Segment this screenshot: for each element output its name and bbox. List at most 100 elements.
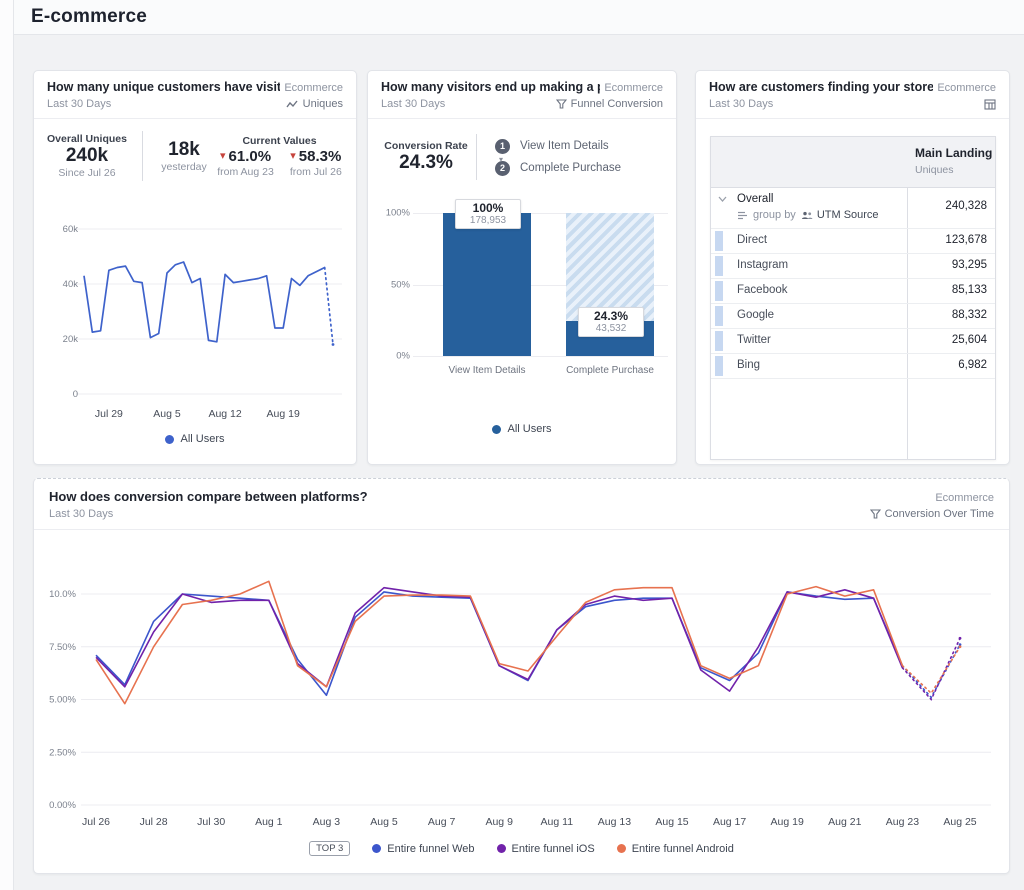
row-color-swatch <box>715 231 723 251</box>
table-row-overall[interactable]: Overall group by UTM Source 240,328 <box>711 188 995 229</box>
yesterday-label: yesterday <box>161 161 207 173</box>
table-grid-icon <box>984 99 996 110</box>
legend-item[interactable]: Entire funnel Android <box>617 843 734 855</box>
card-title[interactable]: How many visitors end up making a purcha… <box>381 80 600 94</box>
date-range-label: Last 30 Days <box>709 98 773 110</box>
card-title[interactable]: How are customers finding your store? <box>709 80 933 94</box>
card-title[interactable]: How many unique customers have visited .… <box>47 80 280 94</box>
uniques-line-chart[interactable]: 020k40k60kJul 29Aug 5Aug 12Aug 19 <box>40 211 350 426</box>
row-color-swatch <box>715 331 723 351</box>
divider <box>476 134 477 180</box>
series-line <box>84 262 325 342</box>
conversion-rate-value: 24.3% <box>399 152 453 174</box>
bar-value-label: 24.3%43,532 <box>578 307 644 337</box>
y-axis-tick: 7.50% <box>49 642 76 653</box>
y-axis-tick: 10.0% <box>49 589 76 600</box>
table-row[interactable]: Instagram93,295 <box>711 254 995 279</box>
people-icon <box>801 211 813 220</box>
conversion-line-chart[interactable]: 0.00%2.50%5.00%7.50%10.0%Jul 26Jul 28Jul… <box>44 563 999 835</box>
x-axis-tick: Aug 11 <box>541 816 574 828</box>
card-source-link[interactable]: Ecommerce <box>284 82 343 94</box>
stats-row: Overall Uniques 240k Since Jul 26 18k ye… <box>34 119 356 189</box>
legend-item[interactable]: All Users <box>165 433 224 445</box>
x-axis-tick: Aug 7 <box>428 816 456 828</box>
legend-dot-icon <box>165 435 174 444</box>
chart-legend: TOP 3 Entire funnel Web Entire funnel iOS E… <box>34 841 1009 856</box>
date-range-label: Last 30 Days <box>49 508 113 520</box>
table-row[interactable]: Direct 123,678 <box>711 229 995 254</box>
row-color-swatch <box>715 281 723 301</box>
delta-stat: ▾ 58.3% from Jul 26 <box>290 148 342 178</box>
x-axis-tick: Aug 5 <box>370 816 398 828</box>
funnel-bar-chart[interactable]: 0%50%100%100%178,953View Item Details24.… <box>382 213 662 356</box>
card-title[interactable]: How does conversion compare between plat… <box>49 489 368 504</box>
sidebar-strip <box>0 0 14 890</box>
page-title: E-commerce <box>31 6 147 28</box>
chart-type-label: Uniques <box>303 98 343 110</box>
legend-item[interactable]: All Users <box>492 423 551 435</box>
group-by-icon <box>737 211 748 220</box>
date-range-label: Last 30 Days <box>47 98 111 110</box>
bar-value-label: 100%178,953 <box>455 199 521 229</box>
table-cell-value: 240,328 <box>945 200 987 212</box>
y-axis-tick: 0 <box>73 389 78 400</box>
y-axis-tick: 0.00% <box>49 800 76 811</box>
x-axis-tick: Aug 21 <box>828 816 861 828</box>
table-row[interactable]: Twitter25,604 <box>711 329 995 354</box>
card-platform-conversion: How does conversion compare between plat… <box>33 478 1010 874</box>
table-cell-name: Bing <box>737 359 760 371</box>
x-axis-tick: Aug 19 <box>771 816 804 828</box>
table-row[interactable]: Facebook85,133 <box>711 279 995 304</box>
legend-item[interactable]: Entire funnel iOS <box>497 843 595 855</box>
x-axis-tick: Aug 12 <box>208 408 241 420</box>
legend-label: All Users <box>180 433 224 445</box>
table-cell-value: 6,982 <box>958 359 987 371</box>
funnel-steps: 1 View Item Details ▾ 2 Complete Purchas… <box>495 139 621 176</box>
arrow-down-icon: ▾ <box>220 151 226 162</box>
conversion-rate-label: Conversion Rate <box>384 140 467 152</box>
x-axis-tick: Jul 29 <box>95 408 123 420</box>
legend-item[interactable]: Entire funnel Web <box>372 843 474 855</box>
group-by-label: group by <box>753 209 796 221</box>
series-line <box>96 581 902 703</box>
table-cell-value: 123,678 <box>945 234 987 246</box>
overall-uniques-label: Overall Uniques <box>47 133 127 145</box>
series-line-projected <box>325 268 333 345</box>
table-cell-name: Direct <box>737 234 767 246</box>
x-axis-tick: Complete Purchase <box>550 365 670 376</box>
overall-label: Overall <box>737 193 773 205</box>
card-source-link[interactable]: Ecommerce <box>937 82 996 94</box>
chart-legend: All Users <box>34 433 356 445</box>
funnel-bar[interactable] <box>443 213 531 356</box>
y-axis-tick: 100% <box>376 208 410 219</box>
step-number-badge: 1 <box>495 139 510 154</box>
table-cell-name: Google <box>737 309 774 321</box>
x-axis-tick: Aug 13 <box>598 816 631 828</box>
column-header-sub: Uniques <box>915 164 954 176</box>
x-axis-tick: View Item Details <box>427 365 547 376</box>
x-axis-tick: Aug 23 <box>886 816 919 828</box>
y-axis-tick: 40k <box>63 279 79 290</box>
chevron-down-icon[interactable] <box>718 196 727 202</box>
series-line-projected <box>902 645 960 698</box>
chart-legend: All Users <box>368 423 676 435</box>
card-source-link[interactable]: Ecommerce <box>604 82 663 94</box>
legend-dot-icon <box>497 844 506 853</box>
table-row[interactable]: Bing 6,982 <box>711 354 995 379</box>
funnel-step-2: 2 Complete Purchase <box>495 161 621 176</box>
table-row[interactable]: Google88,332 <box>711 304 995 329</box>
card-header: How does conversion compare between plat… <box>34 479 1009 530</box>
overall-uniques-value: 240k <box>66 145 108 167</box>
card-source-link[interactable]: Ecommerce <box>935 492 994 504</box>
legend-dot-icon <box>617 844 626 853</box>
table-column-header: Main Landing Uniques <box>711 137 995 188</box>
utm-source-table: Main Landing Uniques Overall group by UT… <box>710 136 996 460</box>
y-axis-tick: 60k <box>63 224 79 235</box>
x-axis-tick: Aug 19 <box>267 408 300 420</box>
date-range-label: Last 30 Days <box>381 98 445 110</box>
top3-badge[interactable]: TOP 3 <box>309 841 350 856</box>
divider <box>142 131 143 181</box>
yesterday-value: 18k <box>168 139 200 161</box>
series-end-dot <box>959 637 962 640</box>
topbar: E-commerce <box>14 0 1024 35</box>
